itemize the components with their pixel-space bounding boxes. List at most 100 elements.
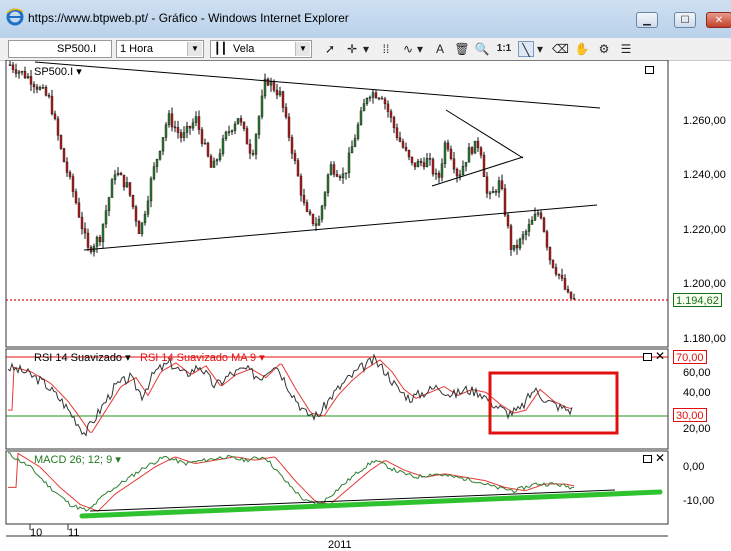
price-candle bbox=[455, 168, 459, 177]
price-candle bbox=[125, 182, 129, 188]
price-candle bbox=[56, 118, 60, 136]
price-candle bbox=[554, 267, 558, 275]
price-candle bbox=[344, 172, 348, 175]
chevron-down-icon[interactable]: ▾ bbox=[416, 41, 424, 57]
price-candle bbox=[506, 214, 510, 227]
price-candle bbox=[503, 188, 507, 216]
price-candle bbox=[278, 91, 282, 96]
price-candle bbox=[197, 116, 201, 130]
price-candle bbox=[443, 142, 447, 164]
price-candle bbox=[431, 159, 435, 175]
minimize-button[interactable]: ▁ bbox=[636, 12, 658, 28]
price-candle bbox=[224, 131, 228, 139]
wave-icon[interactable]: ∿ bbox=[400, 41, 416, 57]
price-candle bbox=[35, 86, 39, 90]
interval-select[interactable]: 1 Hora ▼ bbox=[116, 40, 204, 58]
price-candle bbox=[227, 131, 231, 133]
hand-icon[interactable]: ✋ bbox=[574, 41, 590, 57]
chart-area[interactable]: SP500.I ▾ 1.260,00 1.240,00 1.220,00 1.2… bbox=[0, 60, 731, 551]
price-candle bbox=[140, 222, 144, 235]
crosshair-icon[interactable]: ✛ bbox=[344, 41, 360, 57]
properties-icon[interactable]: ☰ bbox=[618, 41, 634, 57]
price-candle bbox=[17, 71, 21, 74]
price-candle bbox=[323, 192, 327, 207]
price-candle bbox=[236, 118, 240, 125]
price-candle bbox=[119, 172, 123, 176]
price-candle bbox=[434, 172, 438, 175]
zoom-reset-button[interactable]: 1:1 bbox=[496, 41, 512, 57]
price-candle bbox=[281, 91, 285, 108]
price-pane-title: SP500.I ▾ bbox=[34, 66, 82, 78]
close-pane-icon[interactable]: ✕ bbox=[655, 349, 665, 363]
chevron-down-icon[interactable]: ▾ bbox=[536, 41, 544, 57]
internet-explorer-icon bbox=[6, 8, 24, 26]
price-candle bbox=[74, 191, 78, 204]
price-candle bbox=[446, 142, 450, 150]
window-titlebar: https://www.btpweb.pt/ - Gráfico - Windo… bbox=[0, 0, 731, 39]
price-candle bbox=[98, 237, 102, 243]
maximize-pane-icon[interactable] bbox=[645, 66, 654, 74]
maximize-button[interactable]: ☐ bbox=[674, 12, 696, 28]
price-candle bbox=[356, 124, 360, 139]
price-candle bbox=[152, 166, 156, 179]
grid-icon[interactable]: ⁞⁞ bbox=[378, 41, 394, 57]
rsi-upper-level-tag: 70,00 bbox=[673, 350, 707, 364]
window-title: https://www.btpweb.pt/ - Gráfico - Windo… bbox=[28, 11, 349, 25]
price-candle bbox=[437, 172, 441, 178]
price-candle bbox=[38, 87, 42, 90]
chart-canvas[interactable] bbox=[0, 60, 731, 548]
chart-type-select[interactable]: ┃┃ Vela ▼ bbox=[210, 40, 312, 58]
price-candle bbox=[8, 64, 12, 66]
text-icon[interactable]: A bbox=[432, 41, 448, 57]
trendline-icon[interactable]: ╲ bbox=[518, 41, 534, 57]
price-candle bbox=[41, 87, 45, 89]
price-candle bbox=[449, 148, 453, 159]
macd-trendline bbox=[89, 489, 616, 512]
price-candle bbox=[557, 273, 561, 276]
price-candle bbox=[308, 211, 312, 215]
price-candle bbox=[146, 200, 150, 215]
rsi-tick: 20,00 bbox=[683, 423, 711, 435]
price-candle bbox=[176, 127, 180, 133]
price-candle bbox=[287, 116, 291, 138]
trash-icon[interactable]: 🗑 bbox=[454, 41, 470, 57]
price-candle bbox=[569, 291, 573, 299]
price-candle bbox=[512, 244, 516, 250]
chevron-down-icon: ▼ bbox=[295, 42, 310, 56]
price-candle bbox=[470, 147, 474, 154]
price-candle bbox=[218, 153, 222, 160]
price-candle bbox=[338, 176, 342, 179]
price-candle bbox=[485, 176, 489, 194]
maximize-pane-icon[interactable] bbox=[643, 353, 652, 361]
price-candle bbox=[257, 116, 261, 135]
price-candle bbox=[50, 95, 54, 115]
price-candle bbox=[410, 156, 414, 163]
settings-icon[interactable]: ⚙ bbox=[596, 41, 612, 57]
price-candle bbox=[419, 160, 423, 163]
price-candle bbox=[296, 160, 300, 177]
price-candle bbox=[122, 174, 126, 188]
price-candle bbox=[362, 103, 366, 112]
x-axis-label: 11 bbox=[68, 527, 80, 539]
rsi-ma-line bbox=[8, 359, 573, 433]
chevron-down-icon[interactable]: ▾ bbox=[362, 41, 370, 57]
price-tick: 1.260,00 bbox=[683, 115, 726, 127]
zoom-icon[interactable]: 🔍 bbox=[474, 41, 490, 57]
eraser-icon[interactable]: ⌫ bbox=[552, 41, 569, 57]
price-candle bbox=[194, 116, 198, 123]
maximize-pane-icon[interactable] bbox=[643, 455, 652, 463]
price-candle bbox=[137, 221, 141, 235]
price-candle bbox=[11, 64, 15, 70]
price-candle bbox=[374, 92, 378, 99]
price-candle bbox=[107, 197, 111, 211]
symbol-field[interactable]: SP500.I bbox=[8, 40, 112, 58]
price-candle bbox=[371, 92, 375, 98]
cursor-icon[interactable]: ➚ bbox=[322, 41, 338, 57]
close-button[interactable]: ✕ bbox=[706, 12, 731, 28]
close-pane-icon[interactable]: ✕ bbox=[655, 451, 665, 465]
price-candle bbox=[422, 162, 426, 167]
price-candle bbox=[263, 78, 267, 97]
x-axis-label: 10 bbox=[30, 527, 43, 539]
price-candle bbox=[161, 137, 165, 152]
price-candle bbox=[542, 217, 546, 232]
